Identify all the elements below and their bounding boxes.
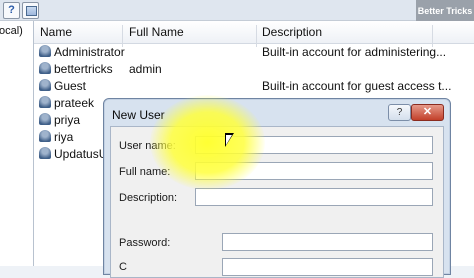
help-icon[interactable]: ? [3,2,20,19]
user-icon [39,147,51,159]
tree-item-local[interactable]: ocal) [0,25,23,37]
user-name: riya [54,130,74,144]
fullname-label: Full name: [119,166,171,178]
user-icon [39,113,51,125]
password-input[interactable] [222,233,433,251]
user-name: prateek [54,96,95,110]
user-name: priya [54,113,81,127]
toolbar: ? [0,0,474,21]
column-header: Name Full Name Description [34,21,474,47]
user-description: Built-in account for guest access t... [262,79,452,93]
user-name: bettertricks [54,62,113,76]
table-row[interactable]: Guest Built-in account for guest access … [34,78,474,95]
username-label: User name: [119,140,176,152]
dialog-body: User name: Full name: Description: Passw… [110,126,444,278]
user-icon [39,45,51,57]
confirm-password-input[interactable] [222,258,433,276]
table-row[interactable]: bettertricks admin [34,61,474,78]
description-label: Description: [119,192,178,204]
user-full-name: admin [129,62,162,76]
column-name[interactable]: Name [40,25,72,39]
user-icon [39,96,51,108]
fullname-input[interactable] [195,162,433,180]
dialog-title: New User [112,108,165,122]
tree-pane[interactable]: ocal) [0,21,34,266]
table-row[interactable]: Administrator Built-in account for admin… [34,44,474,61]
description-input[interactable] [195,188,433,206]
user-icon [39,79,51,91]
user-description: Built-in account for administering... [262,45,447,59]
user-name: UpdatusU [54,147,108,161]
user-icon [39,62,51,74]
watermark-logo: Better Tricks [416,0,474,22]
grid-icon[interactable] [22,2,39,19]
user-name: Administrator [54,45,125,59]
close-button[interactable]: ✕ [411,104,444,121]
new-user-dialog: New User ? ✕ User name: Full name: Descr… [103,98,451,278]
column-description[interactable]: Description [262,25,322,39]
user-name: Guest [54,79,87,93]
confirm-password-label: C [119,261,127,273]
password-label: Password: [119,237,171,249]
help-button[interactable]: ? [388,104,411,121]
user-icon [39,130,51,142]
column-full-name[interactable]: Full Name [129,25,184,39]
